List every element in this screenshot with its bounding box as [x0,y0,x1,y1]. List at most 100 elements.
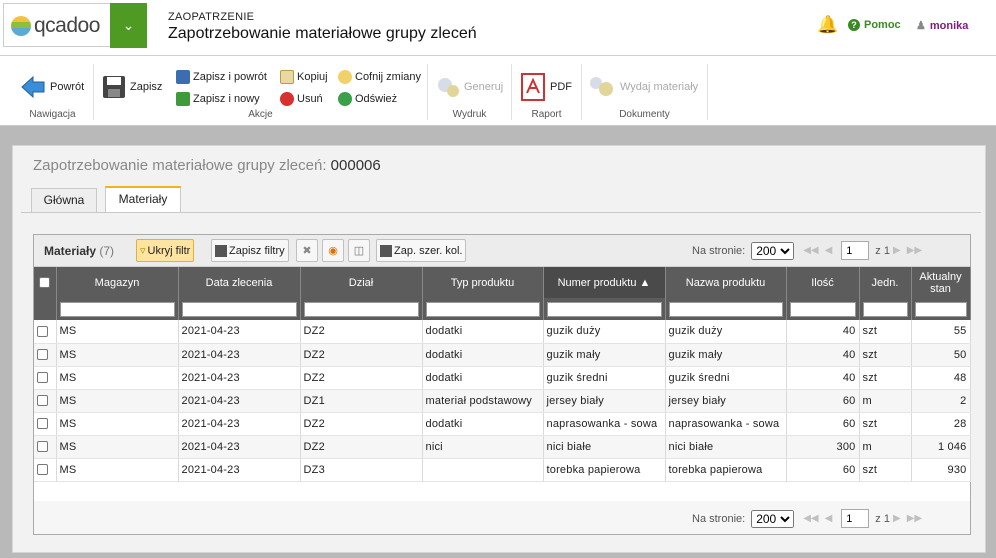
ribbon-group-report: PDF Raport [512,64,582,120]
cell-product-type: dodatki [422,320,544,344]
filter-department-input[interactable] [303,301,419,317]
last-page-icon-bottom[interactable]: ▶▶ [907,513,922,524]
row-checkbox[interactable] [37,395,48,407]
prev-page-icon[interactable]: ◀ [825,245,833,256]
row-checkbox[interactable] [37,349,48,361]
cell-department: DZ2 [300,320,423,344]
table-row[interactable]: MS 2021-04-23 DZ2 dodatki guzik średni guzik … [34,366,971,390]
filter-unit-input[interactable] [862,301,908,317]
tab-materials[interactable]: Materiały [105,186,181,212]
col-header-quantity[interactable]: Ilość [786,267,860,298]
save-new-icon [176,92,190,106]
issue-materials-button[interactable]: Wydaj materiały [588,70,698,104]
cell-unit: m [859,435,912,459]
user-menu[interactable]: ♟ monika [916,19,968,32]
row-select-cell [34,389,57,413]
refresh-button[interactable]: Odśwież [338,90,397,108]
delete-button[interactable]: Usuń [280,90,323,108]
row-checkbox[interactable] [37,372,48,384]
per-page-select[interactable]: 200 [751,241,795,260]
save-button[interactable]: Zapisz [102,70,162,104]
col-header-warehouse[interactable]: Magazyn [56,267,179,298]
next-page-icon-bottom[interactable]: ▶ [893,513,901,524]
cell-product-type: dodatki [422,366,544,390]
filter-warehouse-input[interactable] [59,301,175,317]
col-header-product-name[interactable]: Nazwa produktu [665,267,787,298]
filter-product-type-input[interactable] [425,301,540,317]
logo[interactable]: qcadoo [3,3,110,47]
page-input-bottom[interactable] [841,509,870,528]
prev-page-icon-bottom[interactable]: ◀ [825,513,833,524]
first-page-icon-bottom[interactable]: ◀◀ [803,513,818,524]
col-header-product-type[interactable]: Typ produktu [422,267,544,298]
section-label: ZAOPATRZENIE [168,11,255,23]
filter-product-name-input[interactable] [668,301,783,317]
cell-unit: szt [859,458,912,482]
menu-toggle-button[interactable]: ⌄ [110,3,147,48]
col-header-product-number[interactable]: Numer produktu ▲ [543,267,666,298]
row-checkbox[interactable] [37,441,48,453]
cell-department: DZ2 [300,435,423,459]
cell-product-type [422,458,544,482]
generate-button[interactable]: Generuj [436,70,503,104]
filter-current-stock-input[interactable] [914,301,967,317]
save-back-icon [176,70,190,84]
grid-title-label: Materiały [44,244,97,258]
col-header-current-stock[interactable]: Aktualny stan [911,267,971,298]
copy-button[interactable]: Kopiuj [280,68,328,86]
cell-product-type: nici [422,435,544,459]
save-widths-button[interactable]: Zap. szer. kol. [376,239,467,262]
clear-filter-button[interactable]: ✖ [296,239,318,262]
form-number: 000006 [330,157,381,174]
cell-warehouse: MS [56,366,179,390]
row-checkbox[interactable] [37,418,48,430]
select-all-checkbox[interactable] [39,277,51,289]
col-header-order-date[interactable]: Data zlecenia [178,267,301,298]
tab-main[interactable]: Główna [31,188,97,212]
next-page-icon[interactable]: ▶ [893,245,901,256]
save-widths-icon [380,244,392,257]
pdf-button[interactable]: PDF [520,70,572,104]
cell-current-stock: 50 [911,343,971,367]
select-all-header[interactable] [34,267,57,298]
cell-product-name: torebka papierowa [665,458,787,482]
issue-label: Wydaj materiały [620,81,699,93]
first-page-icon[interactable]: ◀◀ [803,245,818,256]
table-row[interactable]: MS 2021-04-23 DZ2 nici nici białe nici białe 3… [34,435,971,459]
filter-product-number-input[interactable] [546,301,662,317]
per-page-select-bottom[interactable]: 200 [751,509,795,528]
filter-order-date-input[interactable] [181,301,297,317]
row-checkbox[interactable] [37,464,48,476]
help-link[interactable]: ? Pomoc [848,19,901,31]
cell-quantity: 60 [786,389,860,413]
table-row[interactable]: MS 2021-04-23 DZ1 materiał podstawowy jersey… [34,389,971,413]
save-new-button[interactable]: Zapisz i nowy [176,90,260,108]
save-filters-button[interactable]: Zapisz filtry [211,239,289,262]
pdf-label: PDF [550,81,572,93]
save-filters-label: Zapisz filtry [229,244,285,257]
last-page-icon[interactable]: ▶▶ [907,245,922,256]
group-label-navigation: Nawigacja [29,109,76,120]
col-header-unit[interactable]: Jedn. [859,267,912,298]
table-row[interactable]: MS 2021-04-23 DZ3 torebka papierowa torebka … [34,458,971,482]
columns-button[interactable]: ◫ [348,239,370,262]
bell-icon[interactable]: 🔔 [817,15,838,35]
cell-order-date: 2021-04-23 [178,458,301,482]
save-back-button[interactable]: Zapisz i powrót [176,68,267,86]
table-row[interactable]: MS 2021-04-23 DZ2 dodatki guzik duży guzik du… [34,320,971,344]
row-checkbox[interactable] [37,325,48,337]
row-select-cell [34,320,57,344]
back-button[interactable]: Powrót [20,70,84,104]
cell-product-number: naprasowanka - sowa [543,412,666,436]
per-page-label: Na stronie: [692,244,746,257]
table-row[interactable]: MS 2021-04-23 DZ2 dodatki naprasowanka - sow… [34,412,971,436]
filter-quantity-input[interactable] [789,301,856,317]
hide-filter-button[interactable]: ▿ Ukryj filtr [136,239,195,262]
cell-order-date: 2021-04-23 [178,343,301,367]
reset-button[interactable]: ◉ [322,239,344,262]
col-header-department[interactable]: Dział [300,267,423,298]
page-input[interactable] [841,241,870,260]
undo-button[interactable]: Cofnij zmiany [338,68,421,86]
table-row[interactable]: MS 2021-04-23 DZ2 dodatki guzik mały guzik ma… [34,343,971,367]
cell-unit: m [859,389,912,413]
